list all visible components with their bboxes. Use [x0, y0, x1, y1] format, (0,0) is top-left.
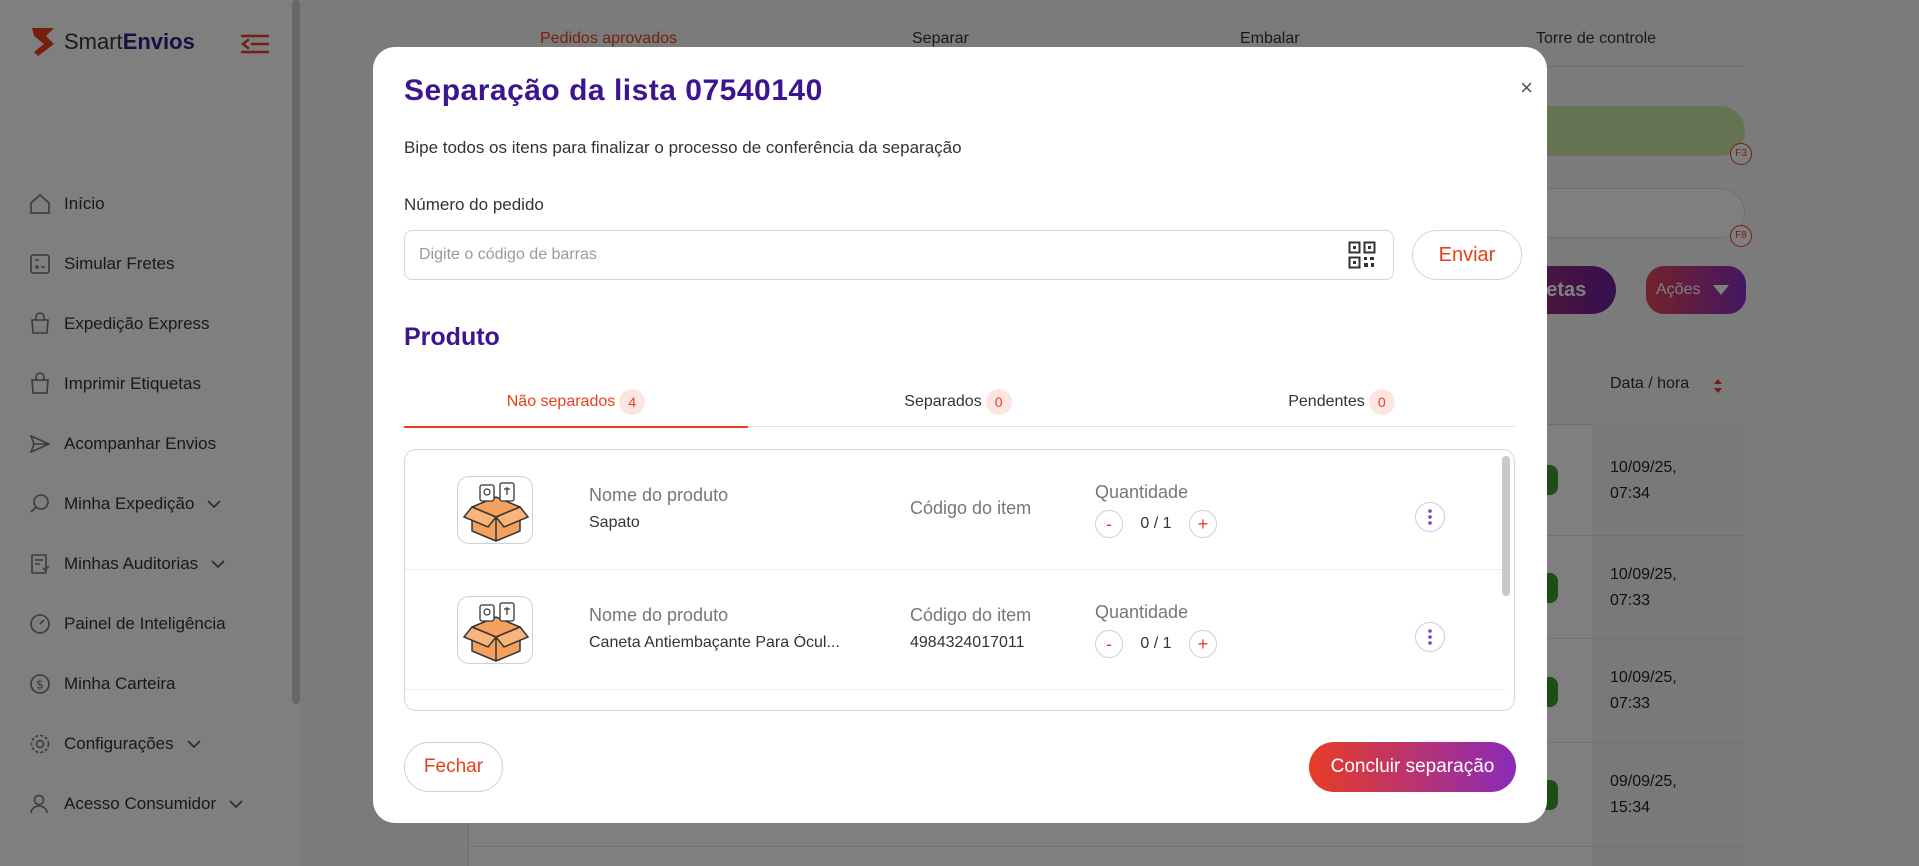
order-number-label: Número do pedido	[404, 195, 544, 214]
list-item: Nome do produto Sapato Código do item Qu…	[405, 450, 1505, 570]
tab-count-badge: 0	[985, 389, 1012, 415]
close-button[interactable]: Fechar	[404, 742, 503, 792]
product-section-title: Produto	[404, 323, 500, 351]
send-button[interactable]: Enviar	[1412, 230, 1522, 280]
product-name-value: Caneta Antiembaçante Para Ócul...	[589, 634, 840, 651]
item-code-value: 4984324017011	[910, 634, 1025, 651]
product-thumbnail	[457, 596, 533, 664]
quantity-stepper: - 0 / 1 +	[1095, 630, 1217, 658]
quantity-label: Quantidade	[1095, 602, 1189, 622]
more-options-button[interactable]	[1415, 622, 1445, 652]
increment-button[interactable]: +	[1189, 630, 1217, 658]
tab-count-badge: 4	[619, 389, 646, 415]
increment-button[interactable]: +	[1189, 510, 1217, 538]
separation-modal: × Separação da lista 07540140 Bipe todos…	[373, 47, 1547, 823]
quantity-label: Quantidade	[1095, 482, 1189, 502]
tab-pendentes[interactable]: Pendentes 0	[1168, 377, 1515, 427]
close-icon[interactable]: ×	[1520, 75, 1533, 101]
qr-code-icon[interactable]	[1348, 241, 1376, 269]
quantity-value: 0 / 1	[1140, 635, 1172, 652]
tab-label: Separados	[904, 393, 982, 410]
quantity-value: 0 / 1	[1140, 515, 1172, 532]
item-code-label: Código do item	[910, 498, 1032, 518]
modal-title: Separação da lista 07540140	[404, 74, 823, 107]
tab-separados[interactable]: Separados 0	[748, 377, 1168, 427]
item-code-label: Código do item	[910, 605, 1032, 625]
package-box-icon	[462, 482, 530, 542]
tab-label: Pendentes	[1288, 393, 1365, 410]
list-scrollbar[interactable]	[1502, 456, 1510, 596]
finish-separation-button[interactable]: Concluir separação	[1309, 742, 1516, 792]
product-tabs: Não separados 4 Separados 0 Pendentes 0	[404, 377, 1515, 428]
decrement-button[interactable]: -	[1095, 630, 1123, 658]
more-options-button[interactable]	[1415, 502, 1445, 532]
quantity-stepper: - 0 / 1 +	[1095, 510, 1217, 538]
package-box-icon	[462, 602, 530, 662]
product-thumbnail	[457, 476, 533, 544]
tab-count-badge: 0	[1368, 389, 1395, 415]
decrement-button[interactable]: -	[1095, 510, 1123, 538]
modal-subtitle: Bipe todos os itens para finalizar o pro…	[404, 138, 962, 157]
product-name-label: Nome do produto	[589, 605, 729, 625]
tab-nao-separados[interactable]: Não separados 4	[404, 377, 748, 428]
tab-label: Não separados	[506, 393, 616, 410]
list-item: Nome do produto Caneta Antiembaçante Par…	[405, 570, 1505, 690]
kebab-menu-icon	[1428, 509, 1432, 525]
product-list: Nome do produto Sapato Código do item Qu…	[404, 449, 1515, 711]
product-name-value: Sapato	[589, 514, 640, 531]
product-name-label: Nome do produto	[589, 485, 729, 505]
barcode-input[interactable]	[404, 230, 1394, 280]
kebab-menu-icon	[1428, 629, 1432, 645]
